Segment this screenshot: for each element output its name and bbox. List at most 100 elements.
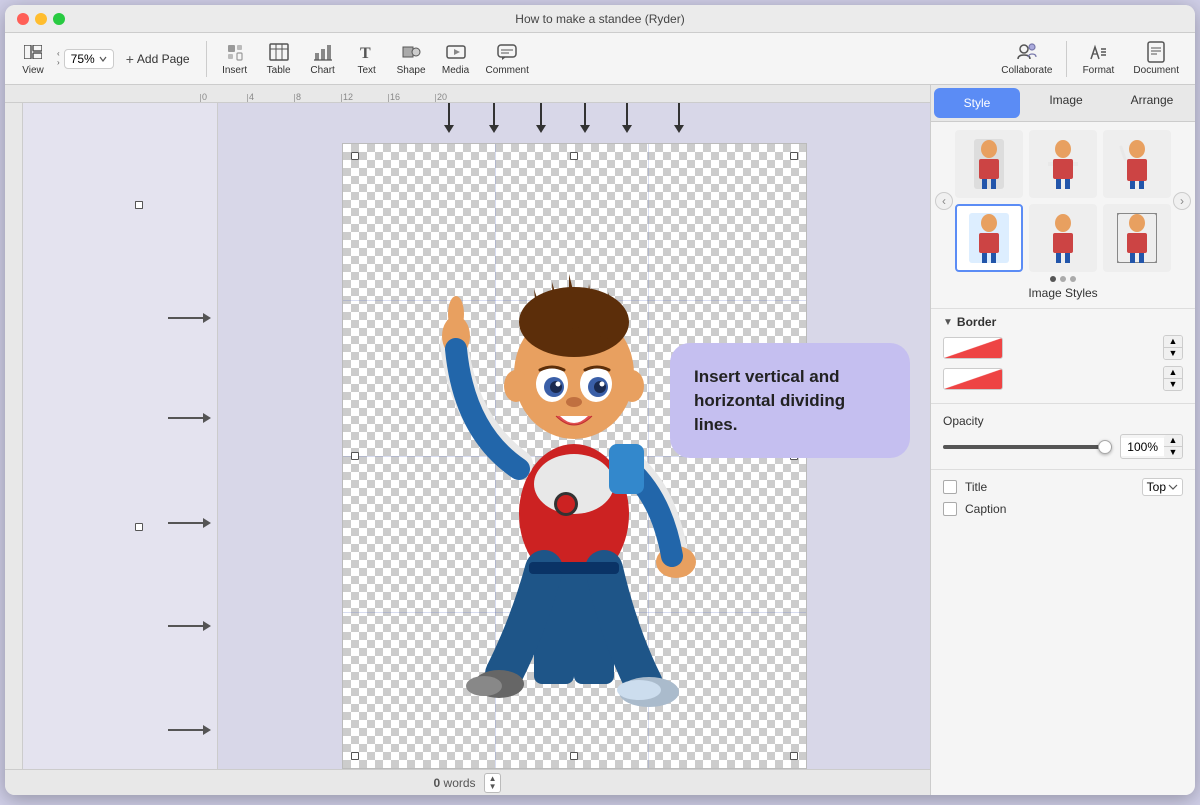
comment-button[interactable]: Comment — [480, 37, 535, 80]
nav-back[interactable]: ‹ — [57, 50, 60, 58]
opacity-stepper-up[interactable]: ▲ — [1164, 435, 1182, 446]
arrow-head-5 — [622, 125, 632, 133]
canvas-wrapper[interactable]: Insert vertical and horizontal dividing … — [218, 103, 930, 769]
title-label: Title — [965, 480, 1134, 494]
handle-top-mid[interactable] — [135, 201, 143, 209]
nav-forward[interactable]: › — [57, 59, 60, 67]
ruler-left — [5, 103, 23, 769]
title-checkbox[interactable] — [943, 480, 957, 494]
style-thumb-5[interactable] — [1029, 204, 1097, 272]
table-icon — [268, 41, 290, 63]
zoom-control[interactable]: 75% — [64, 49, 114, 69]
maximize-button[interactable] — [53, 13, 65, 25]
thumb-6-svg — [1117, 213, 1157, 263]
border-stepper-down-1[interactable]: ▼ — [1164, 348, 1182, 359]
border-stepper-down-2[interactable]: ▼ — [1164, 379, 1182, 390]
traffic-lights — [17, 13, 65, 25]
status-bar: 0 words ▲ ▼ — [5, 769, 930, 795]
stepper-down-icon: ▼ — [489, 783, 497, 791]
caption-checkbox[interactable] — [943, 502, 957, 516]
border-stepper-up-1[interactable]: ▲ — [1164, 336, 1182, 347]
shape-button[interactable]: Shape — [391, 37, 432, 80]
opacity-stepper[interactable]: ▲ ▼ — [1164, 435, 1182, 458]
opacity-slider[interactable] — [943, 445, 1112, 449]
arrow-3 — [168, 518, 211, 528]
styles-dots — [1050, 276, 1076, 282]
arrow-head-3 — [536, 125, 546, 133]
dot-1 — [1050, 276, 1056, 282]
table-button[interactable]: Table — [259, 37, 299, 80]
style-thumb-2[interactable] — [1029, 130, 1097, 198]
down-arrow-4 — [580, 103, 590, 133]
chart-icon — [312, 41, 334, 63]
arrow-5 — [168, 725, 211, 735]
close-button[interactable] — [17, 13, 29, 25]
down-arrow-3 — [536, 103, 546, 133]
word-count-value: 0 — [434, 776, 441, 790]
border-stepper-2[interactable]: ▲ ▼ — [1163, 366, 1183, 391]
handle-mid-left[interactable] — [135, 523, 143, 531]
speech-bubble-text: Insert vertical and horizontal dividing … — [694, 365, 886, 436]
zoom-value: 75% — [71, 52, 95, 66]
border-stepper-1[interactable]: ▲ ▼ — [1163, 335, 1183, 360]
styles-nav-prev[interactable]: ‹ — [935, 192, 953, 210]
svg-text:T: T — [360, 45, 371, 61]
handle-mid-left-canvas[interactable] — [351, 452, 359, 460]
word-count: 0 words — [434, 776, 476, 790]
tab-image[interactable]: Image — [1023, 85, 1109, 121]
opacity-thumb[interactable] — [1098, 440, 1112, 454]
arrow-head-2 — [489, 125, 499, 133]
handle-bottom-center[interactable] — [570, 752, 578, 760]
opacity-stepper-down[interactable]: ▼ — [1164, 447, 1182, 458]
styles-nav-next[interactable]: › — [1173, 192, 1191, 210]
insert-button[interactable]: Insert — [215, 37, 255, 80]
minimize-button[interactable] — [35, 13, 47, 25]
border-stepper-up-2[interactable]: ▲ — [1164, 367, 1182, 378]
style-thumb-3[interactable] — [1103, 130, 1171, 198]
style-thumb-4[interactable] — [955, 204, 1023, 272]
ruler-canvas-area: Insert vertical and horizontal dividing … — [5, 103, 930, 769]
caption-label: Caption — [965, 502, 1183, 516]
handle-tr[interactable] — [790, 152, 798, 160]
main-area: 0 4 8 12 16 — [5, 85, 1195, 795]
ruler-mark-4: 4 — [247, 92, 254, 102]
title-position-dropdown[interactable]: Top — [1142, 478, 1183, 496]
handle-tl[interactable] — [351, 152, 359, 160]
handle-top-center[interactable] — [570, 152, 578, 160]
caption-row: Caption — [943, 502, 1183, 516]
handle-br[interactable] — [790, 752, 798, 760]
border-color-picker-2[interactable] — [943, 368, 1003, 390]
handle-bl[interactable] — [351, 752, 359, 760]
style-thumb-6[interactable] — [1103, 204, 1171, 272]
nav-arrows[interactable]: ‹ › — [57, 50, 60, 67]
media-label: Media — [442, 65, 469, 76]
border-color-picker-1[interactable] — [943, 337, 1003, 359]
style-thumb-1[interactable] — [955, 130, 1023, 198]
thumb-5-svg — [1043, 213, 1083, 263]
add-page-button[interactable]: + Add Page — [118, 47, 198, 71]
right-panel: Style Image Arrange ‹ — [930, 85, 1195, 795]
media-button[interactable]: Media — [436, 37, 476, 80]
border-section-header[interactable]: ▼ Border — [943, 315, 1183, 329]
comment-label: Comment — [486, 65, 529, 76]
insert-label: Insert — [222, 65, 247, 76]
border-label: Border — [957, 315, 996, 329]
format-button[interactable]: Format — [1073, 37, 1123, 80]
styles-pagination — [939, 276, 1187, 282]
collaborate-button[interactable]: Collaborate — [993, 37, 1060, 80]
tab-arrange[interactable]: Arrange — [1109, 85, 1195, 121]
view-zoom-group: View ‹ › 75% + Add Page — [13, 37, 198, 80]
document-button[interactable]: Document — [1125, 37, 1187, 80]
title-bar: How to make a standee (Ryder) — [5, 5, 1195, 33]
view-button[interactable]: View — [13, 37, 53, 80]
tab-style[interactable]: Style — [934, 88, 1020, 118]
ruler-mark-16: 16 — [388, 92, 400, 102]
add-icon: + — [126, 51, 134, 67]
format-icon — [1087, 41, 1109, 63]
chart-button[interactable]: Chart — [303, 37, 343, 80]
word-count-stepper[interactable]: ▲ ▼ — [484, 773, 502, 793]
text-button[interactable]: T Text — [347, 37, 387, 80]
title-position-value: Top — [1147, 480, 1166, 494]
app-window: How to make a standee (Ryder) View ‹ › 7… — [5, 5, 1195, 795]
arrow-line-2 — [493, 103, 495, 125]
